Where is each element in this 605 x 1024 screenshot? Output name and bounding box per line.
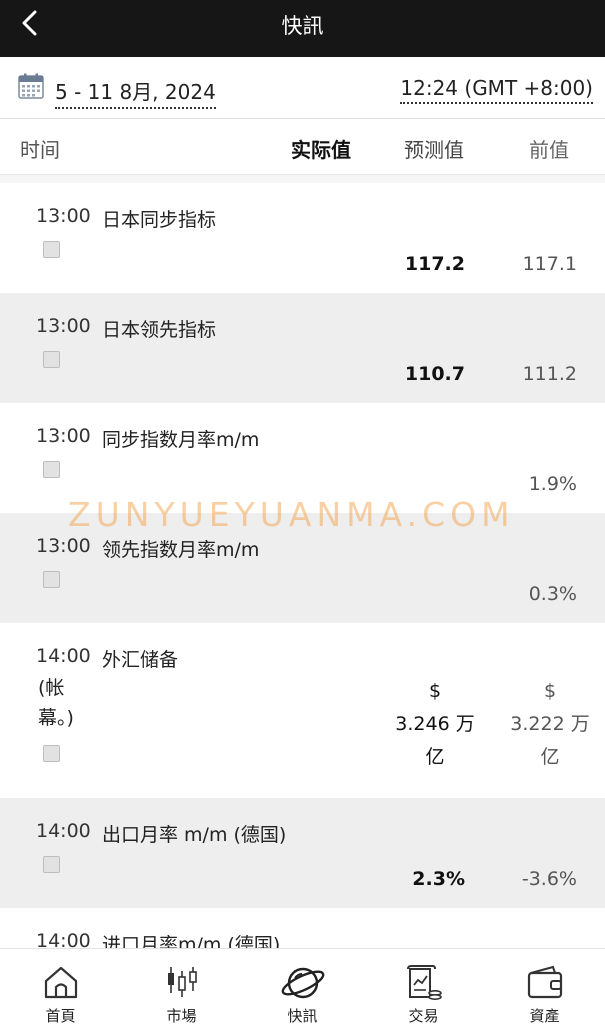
event-previous-value: -3.6% bbox=[521, 868, 577, 890]
list-item[interactable]: 14:00 出口月率 m/m (德国) 2.3% -3.6% bbox=[0, 798, 605, 908]
event-name: 日本领先指标 bbox=[102, 319, 217, 341]
column-header-actual: 实际值 bbox=[291, 138, 351, 162]
event-time: 14:00 bbox=[36, 645, 91, 667]
date-bar: 5 - 11 8月, 2024 12:24 (GMT +8:00) bbox=[0, 57, 605, 119]
event-name: 领先指数月率m/m bbox=[102, 539, 260, 561]
column-header-time: 时间 bbox=[20, 138, 60, 162]
bottom-tab-bar: 首頁 市場 快訊 交易 資產 bbox=[0, 948, 605, 1024]
event-time: 13:00 bbox=[36, 205, 91, 227]
event-name: 同步指数月率m/m bbox=[102, 429, 260, 451]
date-range-selector[interactable]: 5 - 11 8月, 2024 bbox=[55, 76, 216, 109]
tab-label: 首頁 bbox=[45, 1007, 76, 1024]
event-checkbox[interactable] bbox=[43, 571, 60, 588]
event-time: 13:00 bbox=[36, 315, 91, 337]
event-name: 进口月率m/m (德国) bbox=[102, 934, 281, 948]
list-item[interactable]: 13:00 领先指数月率m/m 0.3% bbox=[0, 513, 605, 623]
event-name: 出口月率 m/m (德国) bbox=[102, 824, 287, 846]
page-title: 快訊 bbox=[281, 14, 324, 38]
wallet-icon bbox=[527, 965, 562, 999]
event-previous-value: $3.222 万亿 bbox=[510, 680, 590, 768]
event-actual-value: 117.2 bbox=[404, 253, 465, 275]
list-item[interactable]: 14:00 外汇储备 (帐幕。) $3.246 万亿 $3.222 万亿 bbox=[0, 623, 605, 798]
tab-label: 資產 bbox=[529, 1007, 560, 1024]
list-item[interactable]: 14:00 进口月率m/m (德国) bbox=[0, 908, 605, 948]
event-previous-value: 111.2 bbox=[522, 363, 577, 385]
event-time: 13:00 bbox=[36, 425, 91, 447]
event-checkbox[interactable] bbox=[43, 241, 60, 258]
tab-trade[interactable]: 交易 bbox=[363, 949, 484, 1024]
trade-document-icon bbox=[406, 965, 442, 1000]
tab-market[interactable]: 市場 bbox=[121, 949, 242, 1024]
tab-label: 交易 bbox=[408, 1007, 439, 1024]
time-zone-selector[interactable]: 12:24 (GMT +8:00) bbox=[400, 76, 593, 104]
event-time: 14:00 bbox=[36, 820, 91, 842]
home-icon bbox=[44, 966, 77, 999]
column-header-row: 时间 实际值 预测值 前值 bbox=[0, 119, 605, 175]
event-previous-value: 117.1 bbox=[522, 253, 577, 275]
event-actual-value: 110.7 bbox=[404, 363, 465, 385]
event-time: 14:00 bbox=[36, 930, 91, 948]
list-item[interactable]: 13:00 同步指数月率m/m 1.9% bbox=[0, 403, 605, 513]
event-list[interactable]: 13:00 日本同步指标 117.2 117.1 13:00 日本领先指标 11… bbox=[0, 175, 605, 948]
column-header-forecast: 预测值 bbox=[404, 138, 464, 162]
event-actual-value: $3.246 万亿 bbox=[395, 680, 475, 768]
event-checkbox[interactable] bbox=[43, 351, 60, 368]
list-item[interactable]: 13:00 日本领先指标 110.7 111.2 bbox=[0, 293, 605, 403]
top-bar: 快訊 bbox=[0, 0, 605, 57]
tab-label: 快訊 bbox=[287, 1007, 318, 1024]
event-checkbox[interactable] bbox=[43, 745, 60, 762]
calendar-icon[interactable] bbox=[18, 73, 44, 99]
event-actual-value: 2.3% bbox=[412, 868, 465, 890]
event-name: 外汇储备 bbox=[102, 649, 179, 671]
event-note: (帐幕。) bbox=[38, 677, 74, 729]
tab-assets[interactable]: 資產 bbox=[484, 949, 605, 1024]
tab-home[interactable]: 首頁 bbox=[0, 949, 121, 1024]
event-previous-value: 1.9% bbox=[528, 473, 577, 495]
tab-label: 市場 bbox=[166, 1007, 197, 1024]
event-checkbox[interactable] bbox=[43, 461, 60, 478]
planet-icon bbox=[281, 967, 324, 999]
list-item[interactable]: 13:00 日本同步指标 117.2 117.1 bbox=[0, 183, 605, 293]
event-name: 日本同步指标 bbox=[102, 209, 217, 231]
event-time: 13:00 bbox=[36, 535, 91, 557]
candlestick-icon bbox=[167, 967, 197, 997]
column-header-previous: 前值 bbox=[529, 138, 569, 162]
event-checkbox[interactable] bbox=[43, 856, 60, 873]
tab-news[interactable]: 快訊 bbox=[242, 949, 363, 1024]
event-previous-value: 0.3% bbox=[528, 583, 577, 605]
